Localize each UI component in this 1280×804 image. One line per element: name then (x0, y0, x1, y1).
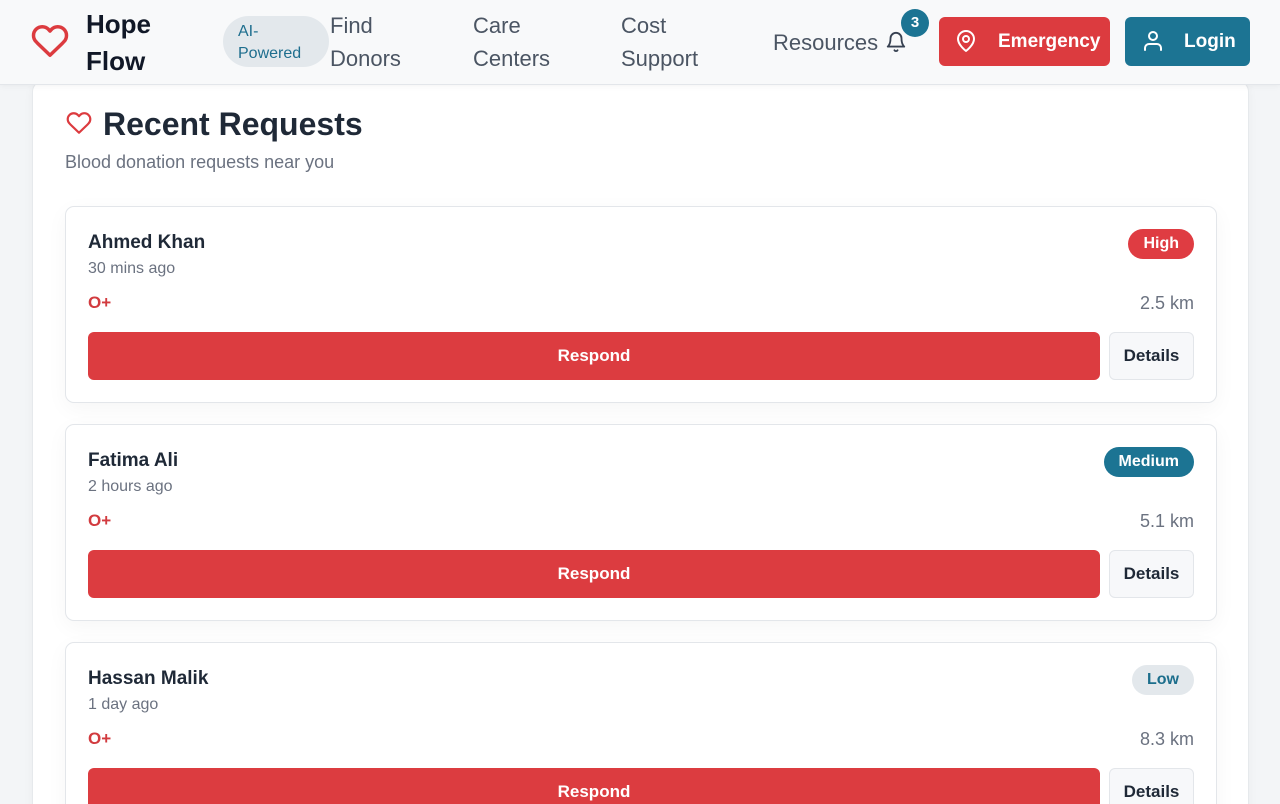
emergency-button-label: Emergency (998, 31, 1101, 52)
nav-find-donors[interactable]: Find Donors (330, 9, 401, 75)
map-pin-icon (957, 30, 975, 52)
details-button[interactable]: Details (1109, 332, 1194, 380)
request-time: 2 hours ago (88, 478, 173, 495)
respond-button[interactable]: Respond (88, 332, 1100, 380)
urgency-badge: High (1128, 229, 1194, 259)
heart-icon (66, 112, 92, 134)
bell-icon[interactable] (885, 30, 907, 54)
details-button[interactable]: Details (1109, 550, 1194, 598)
blood-type: O+ (88, 729, 112, 748)
page-subtitle: Blood donation requests near you (65, 152, 335, 172)
ai-badge-line-2: Powered (238, 45, 302, 62)
recent-requests-panel: Recent Requests Blood donation requests … (32, 80, 1249, 804)
nav-cost-support-line-1: Cost (621, 13, 667, 38)
requester-name: Hassan Malik (88, 668, 209, 689)
nav-care-centers[interactable]: Care Centers (473, 9, 550, 75)
requester-name: Fatima Ali (88, 450, 179, 471)
nav-find-donors-line-1: Find (330, 13, 373, 38)
respond-button[interactable]: Respond (88, 550, 1100, 598)
nav-care-centers-line-1: Care (473, 13, 521, 38)
urgency-badge: Low (1132, 665, 1194, 695)
nav-cost-support-line-2: Support (621, 46, 699, 71)
brand-line-1: Hope (86, 9, 151, 39)
distance: 2.5 km (1139, 293, 1194, 313)
brand-line-2: Flow (86, 46, 146, 76)
request-card: Ahmed Khan 30 mins ago High O+ 2.5 km Re… (65, 206, 1217, 403)
nav-cost-support[interactable]: Cost Support (621, 9, 698, 75)
request-card: Hassan Malik 1 day ago Low O+ 8.3 km Res… (65, 642, 1217, 804)
request-card: Fatima Ali 2 hours ago Medium O+ 5.1 km … (65, 424, 1217, 621)
nav-resources[interactable]: Resources (773, 26, 878, 59)
page-title: Recent Requests (103, 106, 363, 142)
request-time: 1 day ago (88, 696, 159, 713)
nav-find-donors-line-2: Donors (330, 46, 401, 71)
request-time: 30 mins ago (88, 260, 176, 277)
distance: 5.1 km (1139, 511, 1194, 531)
nav-care-centers-line-2: Centers (473, 46, 551, 71)
login-button-label: Login (1184, 31, 1236, 52)
ai-badge-line-1: AI- (238, 23, 259, 40)
brand-name[interactable]: Hope Flow (86, 6, 151, 80)
heart-icon[interactable] (31, 22, 69, 60)
blood-type: O+ (88, 293, 112, 312)
requester-name: Ahmed Khan (88, 232, 206, 253)
ai-powered-badge: AI- Powered (223, 16, 329, 67)
details-button[interactable]: Details (1109, 768, 1194, 804)
nav-resources-label: Resources (773, 30, 879, 55)
notification-count-badge: 3 (901, 9, 929, 37)
respond-button[interactable]: Respond (88, 768, 1100, 804)
distance: 8.3 km (1139, 729, 1194, 749)
top-navbar: Hope Flow AI- Powered Find Donors Care C… (0, 0, 1280, 85)
blood-type: O+ (88, 511, 112, 530)
user-icon (1144, 31, 1162, 51)
login-button[interactable]: Login (1125, 17, 1250, 66)
emergency-button[interactable]: Emergency (939, 17, 1110, 66)
urgency-badge: Medium (1103, 447, 1194, 477)
